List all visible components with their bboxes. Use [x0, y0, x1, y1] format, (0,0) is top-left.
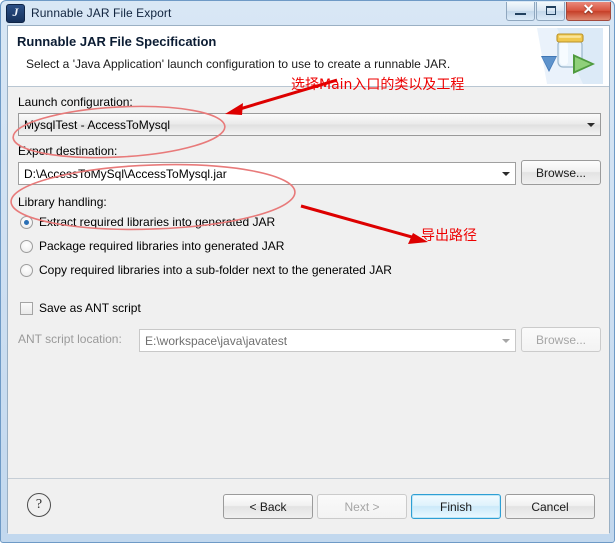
launch-configuration-combo[interactable]: MysqlTest - AccessToMysql — [18, 113, 601, 136]
close-button[interactable]: ✕ — [566, 2, 611, 21]
jar-export-icon: J — [6, 3, 25, 23]
finish-button[interactable]: Finish — [411, 494, 501, 519]
library-handling-option-extract[interactable]: Extract required libraries into generate… — [20, 215, 275, 229]
save-as-ant-script-checkbox-row[interactable]: Save as ANT script — [20, 301, 141, 315]
export-destination-value: D:\AccessToMySql\AccessToMysql.jar — [24, 166, 227, 181]
chevron-down-icon — [587, 122, 595, 127]
ant-script-location-dropdown-button — [497, 330, 515, 351]
radio-extract-icon[interactable] — [20, 215, 33, 229]
ant-script-browse-button: Browse... — [521, 327, 601, 352]
window-title: Runnable JAR File Export — [31, 6, 172, 20]
library-handling-option-package-label: Package required libraries into generate… — [39, 239, 285, 253]
page-description: Select a 'Java Application' launch confi… — [26, 57, 451, 71]
library-handling-option-copy[interactable]: Copy required libraries into a sub-folde… — [20, 263, 392, 277]
export-destination-browse-button[interactable]: Browse... — [521, 160, 601, 185]
save-as-ant-script-checkbox[interactable] — [20, 301, 33, 315]
ant-script-location-value: E:\workspace\java\javatest — [145, 333, 288, 348]
maximize-button[interactable] — [536, 2, 565, 21]
minimize-button[interactable] — [506, 2, 535, 21]
page-title: Runnable JAR File Specification — [17, 34, 217, 49]
library-handling-option-copy-label: Copy required libraries into a sub-folde… — [39, 263, 392, 277]
dialog-window: J Runnable JAR File Export ✕ Runnable JA… — [0, 0, 615, 543]
launch-configuration-value: MysqlTest - AccessToMysql — [24, 117, 171, 132]
dialog-button-bar: ? < Back Next > Finish Cancel — [8, 478, 609, 534]
save-as-ant-script-label: Save as ANT script — [39, 301, 141, 315]
ant-script-location-label: ANT script location: — [18, 332, 122, 346]
launch-configuration-label: Launch configuration: — [18, 95, 133, 109]
back-button[interactable]: < Back — [223, 494, 313, 519]
close-icon: ✕ — [582, 1, 595, 17]
library-handling-option-extract-label: Extract required libraries into generate… — [39, 215, 276, 229]
minimize-icon — [507, 9, 534, 22]
window-controls: ✕ — [505, 2, 611, 21]
library-handling-option-package[interactable]: Package required libraries into generate… — [20, 239, 284, 253]
dialog-client-area: Runnable JAR File Specification Select a… — [7, 25, 610, 534]
radio-copy-icon[interactable] — [20, 263, 33, 277]
jar-export-icon-glyph: J — [12, 4, 19, 19]
launch-configuration-dropdown-button[interactable] — [582, 114, 600, 135]
annotation-select-main-class: 选择Main入口的类以及工程 — [291, 77, 465, 93]
ant-script-location-combo: E:\workspace\java\javatest — [139, 329, 516, 352]
chevron-down-icon — [502, 338, 510, 343]
export-destination-combo[interactable]: D:\AccessToMySql\AccessToMysql.jar — [18, 162, 516, 185]
annotation-export-path: 导出路径 — [421, 228, 477, 244]
help-icon[interactable]: ? — [27, 493, 51, 517]
jar-wizard-banner-icon — [537, 28, 603, 84]
maximize-icon — [537, 5, 564, 22]
chevron-down-icon — [502, 171, 510, 176]
export-destination-dropdown-button[interactable] — [497, 163, 515, 184]
export-destination-label: Export destination: — [18, 144, 118, 158]
cancel-button[interactable]: Cancel — [505, 494, 595, 519]
next-button: Next > — [317, 494, 407, 519]
radio-package-icon[interactable] — [20, 239, 33, 253]
wizard-body: Launch configuration: MysqlTest - Access… — [8, 87, 609, 478]
library-handling-label: Library handling: — [18, 195, 107, 209]
